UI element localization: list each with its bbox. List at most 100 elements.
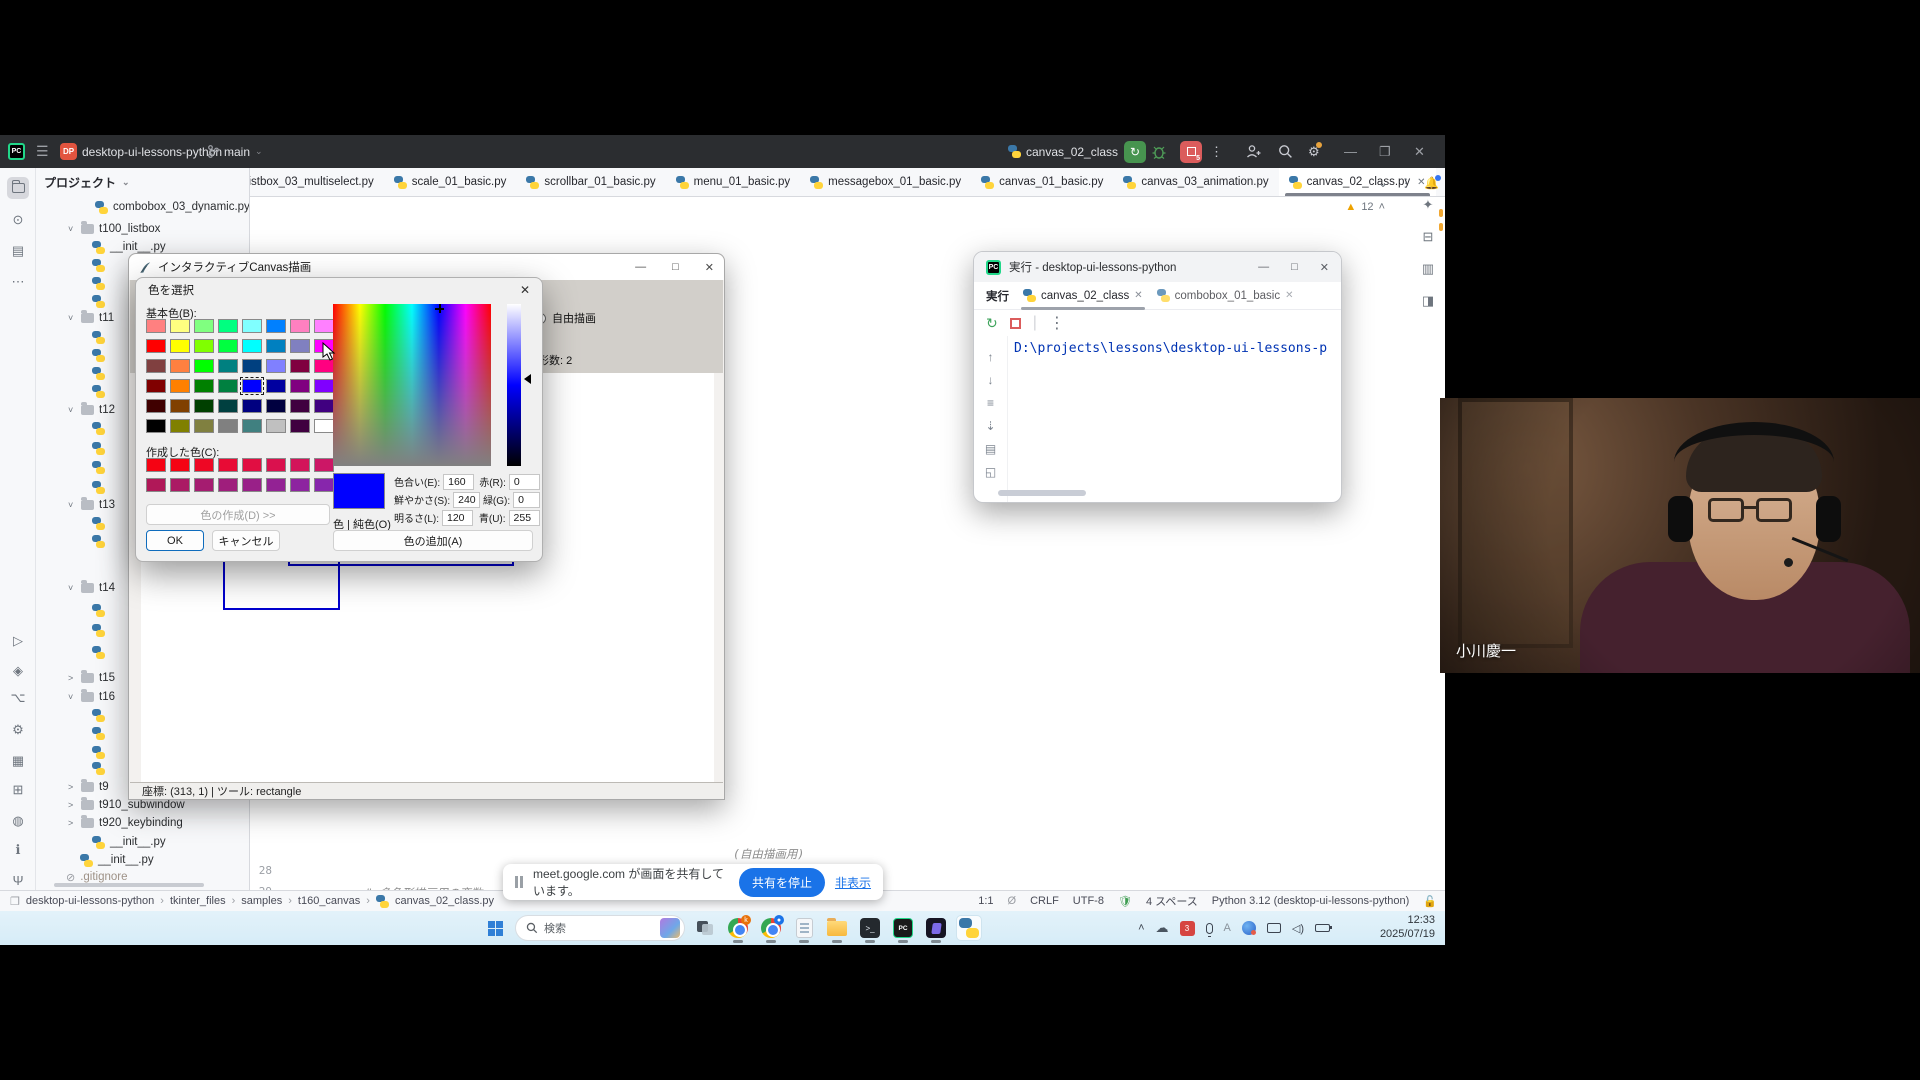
color-swatch[interactable] (146, 419, 166, 433)
color-swatch[interactable] (146, 379, 166, 393)
database-icon[interactable]: ⊟ (1423, 229, 1434, 245)
custom-color-swatch[interactable] (314, 458, 334, 472)
tree-chevron-icon[interactable]: ˃ (68, 818, 76, 828)
color-swatch[interactable] (242, 419, 262, 433)
tree-row[interactable] (92, 706, 110, 724)
task-view-button[interactable] (692, 915, 718, 941)
color-swatch[interactable] (194, 399, 214, 413)
tree-chevron-icon[interactable]: ˃ (68, 673, 76, 683)
color-swatch[interactable] (170, 379, 190, 393)
tree-chevron-icon[interactable]: ˅ (68, 692, 76, 702)
minimize-icon[interactable]: — (635, 261, 646, 274)
run-tab[interactable]: canvas_02_class ✕ (1023, 282, 1143, 310)
custom-color-swatch[interactable] (314, 478, 334, 492)
main-menu-button[interactable]: ☰ (36, 135, 49, 168)
custom-color-swatch[interactable] (170, 458, 190, 472)
custom-color-swatch[interactable] (218, 458, 238, 472)
tree-row[interactable] (92, 292, 110, 310)
sidebar-item-vcs[interactable]: Ψ (7, 869, 29, 891)
color-swatch[interactable] (266, 399, 286, 413)
chevron-down-icon[interactable]: ⌄ (1378, 176, 1388, 190)
sidebar-item-problems[interactable]: ◍ (7, 810, 29, 832)
soft-wrap-icon[interactable]: ≡ (987, 396, 994, 410)
color-swatch[interactable] (314, 419, 334, 433)
branch-widget[interactable]: main ⌄ (208, 135, 263, 168)
color-swatch[interactable] (242, 379, 262, 393)
tree-scrollbar[interactable] (54, 883, 204, 887)
color-swatch[interactable] (290, 399, 310, 413)
tree-chevron-icon[interactable]: ˅ (68, 224, 76, 234)
tree-row[interactable]: ˅ t13 (68, 496, 115, 514)
microphone-icon[interactable] (1206, 923, 1213, 934)
color-swatch[interactable] (314, 319, 334, 333)
tree-row[interactable]: __init__.py (92, 833, 166, 851)
ai-assistant-icon[interactable]: ✦ (1423, 197, 1434, 213)
tree-row[interactable]: ˅ t100_listbox (68, 220, 160, 238)
tree-chevron-icon[interactable]: ˃ (68, 800, 76, 810)
custom-color-swatch[interactable] (266, 478, 286, 492)
color-swatch[interactable] (218, 379, 238, 393)
tab-close-icon[interactable]: ✕ (1134, 290, 1142, 301)
color-swatch[interactable] (242, 399, 262, 413)
color-swatch[interactable] (170, 419, 190, 433)
console-scrollbar[interactable] (998, 490, 1086, 496)
breadcrumb-item[interactable]: samples (241, 895, 282, 907)
editor-tab[interactable]: canvas_03_animation.py (1113, 168, 1278, 196)
custom-color-swatch[interactable] (146, 458, 166, 472)
color-swatch[interactable] (146, 359, 166, 373)
maximize-icon[interactable]: □ (1291, 261, 1298, 274)
chrome-button[interactable]: k (725, 915, 751, 941)
color-swatch[interactable] (266, 419, 286, 433)
custom-color-swatch[interactable] (242, 458, 262, 472)
breadcrumb-item[interactable]: tkinter_files (170, 895, 226, 907)
color-swatch[interactable] (266, 359, 286, 373)
tree-row[interactable]: ˃ t920_keybinding (68, 814, 183, 832)
notepad-button[interactable] (791, 915, 817, 941)
chrome-profile2-button[interactable]: ● (758, 915, 784, 941)
indent-setting[interactable]: 4 スペース (1146, 893, 1198, 909)
luminance-arrow-icon[interactable] (524, 374, 531, 384)
lock-open-icon[interactable]: 🔓 (1423, 895, 1437, 908)
define-colors-button[interactable]: 色の作成(D) >> (146, 504, 330, 525)
breadcrumb-item[interactable]: desktop-ui-lessons-python (26, 895, 154, 907)
notifications-bell-icon[interactable]: 🔔 (1424, 176, 1439, 190)
highlighting-icon[interactable]: Ø (1008, 895, 1017, 907)
search-everywhere-button[interactable] (1278, 135, 1293, 168)
sidebar-item-terminal[interactable]: ⊞ (7, 779, 29, 801)
print-icon[interactable]: ▤ (985, 442, 996, 456)
color-swatch[interactable] (218, 319, 238, 333)
tree-row[interactable]: ˃ t9 (68, 778, 109, 796)
stop-sharing-button[interactable]: 共有を停止 (739, 868, 825, 897)
color-swatch[interactable] (170, 399, 190, 413)
window-maximize-button[interactable]: ❐ (1379, 135, 1391, 168)
hue-input[interactable]: 160 (443, 474, 474, 490)
editor-tab[interactable]: messagebox_01_basic.py (800, 168, 971, 196)
run-title-bar[interactable]: PC 実行 - desktop-ui-lessons-python — □ ✕ (974, 252, 1341, 282)
sidebar-item-services[interactable]: ⚙ (7, 719, 29, 741)
tree-row[interactable] (92, 328, 110, 346)
line-separator[interactable]: CRLF (1030, 895, 1059, 907)
custom-color-swatch[interactable] (194, 478, 214, 492)
tree-row[interactable] (92, 621, 110, 639)
sidebar-item-python-console[interactable]: ⌥ (7, 687, 29, 709)
color-swatch[interactable] (194, 379, 214, 393)
console-output[interactable]: D:\projects\lessons\desktop-ui-lessons-p (1014, 341, 1327, 356)
color-swatch[interactable] (242, 359, 262, 373)
explorer-button[interactable] (824, 915, 850, 941)
color-swatch[interactable] (242, 319, 262, 333)
color-swatch[interactable] (146, 339, 166, 353)
tree-row[interactable] (92, 256, 110, 274)
stop-button[interactable]: 5 (1180, 135, 1202, 168)
taskbar-search[interactable]: 検索 (515, 915, 685, 941)
color-swatch[interactable] (290, 419, 310, 433)
tree-row[interactable]: __init__.py (80, 851, 154, 869)
sidebar-item-run[interactable]: ▷ (7, 630, 29, 652)
tree-row[interactable]: ˅ t12 (68, 401, 115, 419)
green-input[interactable]: 0 (513, 492, 540, 508)
stop-icon[interactable] (1010, 318, 1021, 329)
color-swatch[interactable] (194, 419, 214, 433)
run-config-widget[interactable]: canvas_02_class ⌄ (1008, 135, 1131, 168)
tree-row[interactable]: ˅ t11 (68, 309, 114, 327)
onedrive-cloud-icon[interactable]: ☁ (1156, 920, 1169, 936)
editor-tab[interactable]: listbox_03_multiselect.py (250, 168, 384, 196)
